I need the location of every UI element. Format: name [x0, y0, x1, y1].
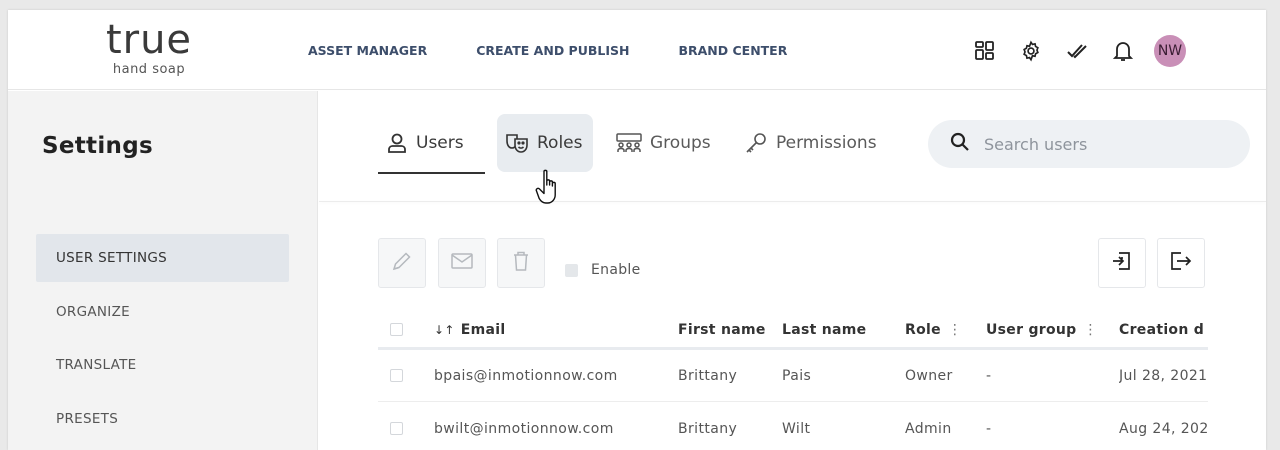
cell-creation-date: Aug 24, 202 [1119, 420, 1208, 437]
checkmarks-icon[interactable] [1060, 34, 1094, 68]
email-button[interactable] [438, 238, 486, 288]
export-icon [1169, 250, 1193, 276]
row-checkbox[interactable] [390, 422, 403, 435]
tab-permissions[interactable]: Permissions [744, 114, 877, 172]
sort-icon[interactable]: ↓↑ [434, 323, 455, 337]
row-select-cell [390, 403, 403, 450]
nav-create-and-publish[interactable]: CREATE AND PUBLISH [476, 43, 629, 58]
tab-groups[interactable]: Groups [616, 114, 711, 172]
masks-icon [505, 132, 529, 154]
user-group-column-menu-icon[interactable]: ⋮ [1084, 322, 1098, 338]
delete-button[interactable] [497, 238, 545, 288]
trash-icon [511, 250, 531, 276]
cell-role: Owner [905, 367, 953, 384]
select-all-cell [390, 312, 403, 347]
nav-asset-manager[interactable]: ASSET MANAGER [308, 43, 427, 58]
table-row[interactable]: bpais@inmotionnow.com Brittany Pais Owne… [378, 350, 1208, 402]
tab-users[interactable]: Users [386, 114, 464, 172]
grid-icon[interactable] [968, 34, 1002, 68]
import-button[interactable] [1098, 238, 1146, 288]
row-select-cell [390, 350, 403, 401]
envelope-icon [450, 251, 474, 275]
cell-user-group: - [986, 367, 992, 384]
tab-roles-label: Roles [537, 133, 583, 153]
import-icon [1111, 250, 1133, 276]
row-checkbox[interactable] [390, 369, 403, 382]
column-role-label: Role [905, 321, 941, 338]
column-creation-date[interactable]: Creation d [1119, 312, 1208, 347]
search-input[interactable] [984, 134, 1214, 154]
avatar[interactable]: NW [1154, 35, 1186, 67]
top-header: true hand soap ASSET MANAGER CREATE AND … [8, 10, 1266, 90]
brand-logo[interactable]: true hand soap [94, 20, 204, 77]
cell-user-group: - [986, 420, 992, 437]
enable-checkbox[interactable] [565, 263, 578, 277]
table-row[interactable]: bwilt@inmotionnow.com Brittany Wilt Admi… [378, 403, 1208, 450]
cell-email: bwilt@inmotionnow.com [434, 420, 614, 437]
search-icon [950, 132, 970, 156]
cell-role: Admin [905, 420, 952, 437]
sidebar-item-presets[interactable]: PRESETS [36, 395, 289, 443]
user-icon [386, 132, 408, 154]
column-first-name[interactable]: First name [678, 312, 772, 347]
tab-roles[interactable]: Roles [497, 114, 593, 172]
sidebar-item-translate[interactable]: TRANSLATE [36, 341, 289, 389]
tab-permissions-label: Permissions [776, 133, 877, 153]
group-icon [616, 133, 642, 153]
header-actions: NW [968, 34, 1186, 68]
tabs-divider [319, 201, 1266, 202]
cell-email: bpais@inmotionnow.com [434, 367, 618, 384]
top-nav: ASSET MANAGER CREATE AND PUBLISH BRAND C… [308, 43, 836, 58]
hand-cursor-icon [535, 168, 563, 210]
tab-users-label: Users [416, 133, 464, 153]
cell-last-name: Wilt [782, 420, 811, 437]
edit-button[interactable] [378, 238, 426, 288]
cell-last-name: Pais [782, 367, 812, 384]
column-last-name[interactable]: Last name [782, 312, 902, 347]
nav-brand-center[interactable]: BRAND CENTER [678, 43, 787, 58]
pencil-icon [391, 250, 413, 276]
cell-first-name: Brittany [678, 420, 738, 437]
cell-first-name: Brittany [678, 367, 738, 384]
tab-groups-label: Groups [650, 133, 711, 153]
column-user-group[interactable]: User group ⋮ [986, 312, 1116, 347]
cell-creation-date: Jul 28, 2021 [1119, 367, 1208, 384]
logo-wordmark: true [105, 17, 193, 63]
column-user-group-label: User group [986, 321, 1077, 338]
sidebar-item-organize[interactable]: ORGANIZE [36, 288, 289, 336]
app-window: true hand soap ASSET MANAGER CREATE AND … [8, 10, 1266, 450]
search-box[interactable] [928, 120, 1250, 168]
logo-tagline: hand soap [112, 62, 186, 77]
sidebar-item-user-settings[interactable]: USER SETTINGS [36, 234, 289, 282]
select-all-checkbox[interactable] [390, 323, 403, 336]
users-table-header: ↓↑ Email First name Last name Role ⋮ Use… [378, 312, 1208, 350]
gear-icon[interactable] [1014, 34, 1048, 68]
bell-icon[interactable] [1106, 34, 1140, 68]
export-button[interactable] [1157, 238, 1205, 288]
sidebar-title: Settings [42, 133, 153, 159]
column-email-label: Email [460, 321, 506, 338]
key-icon [744, 132, 768, 154]
selected-tab-indicator [378, 172, 485, 174]
settings-sidebar: Settings USER SETTINGS ORGANIZE TRANSLAT… [8, 91, 318, 450]
column-role[interactable]: Role ⋮ [905, 312, 983, 347]
role-column-menu-icon[interactable]: ⋮ [948, 322, 962, 338]
column-email[interactable]: ↓↑ Email [434, 312, 674, 347]
enable-toggle[interactable]: Enable [565, 262, 641, 278]
enable-label: Enable [591, 262, 641, 278]
